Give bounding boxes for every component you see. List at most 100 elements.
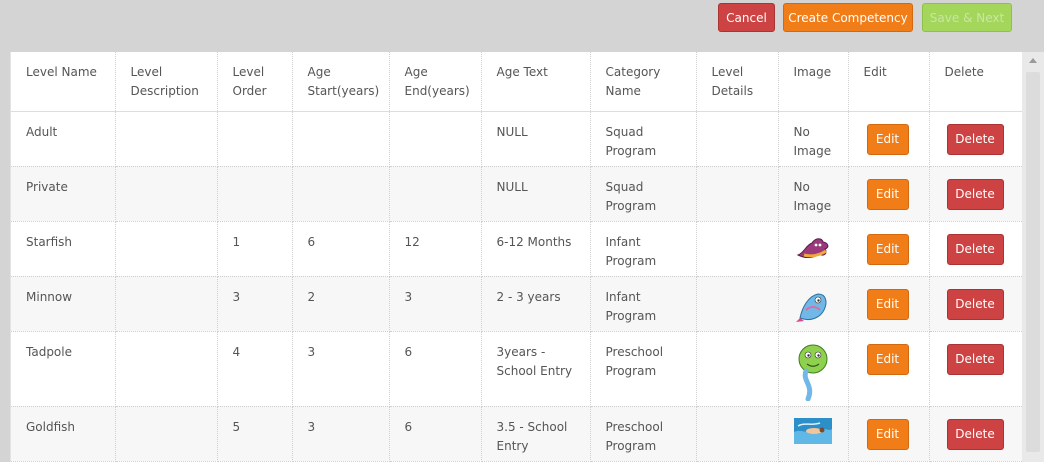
header-edit: Edit: [848, 52, 930, 112]
cell-delete: Delete: [929, 166, 1023, 222]
edit-button[interactable]: Edit: [866, 418, 909, 450]
cell-age-text: NULL: [481, 166, 591, 222]
table-row: Private NULL Squad Program No Image Edit D…: [11, 166, 1023, 222]
cell-age-end: 6: [389, 406, 482, 462]
cell-level-order: 4: [217, 331, 293, 407]
delete-button[interactable]: Delete: [946, 178, 1004, 210]
cell-level-details: [696, 166, 779, 222]
cell-age-end: 3: [389, 276, 482, 332]
cell-age-end: [389, 166, 482, 222]
header-level-name: Level Name: [11, 52, 116, 112]
cell-category-name: Infant Program: [590, 221, 697, 277]
edit-button[interactable]: Edit: [866, 123, 909, 155]
minnow-icon: [795, 292, 826, 322]
header-age-text: Age Text: [481, 52, 591, 112]
cell-edit: Edit: [848, 221, 930, 277]
cell-age-end: 12: [389, 221, 482, 277]
header-category-name: Category Name: [590, 52, 697, 112]
table-row: Goldfish 5 3 6 3.5 - School Entry Prescho…: [11, 406, 1023, 462]
cell-age-text: 2 - 3 years: [481, 276, 591, 332]
cell-level-name: Minnow: [11, 276, 116, 332]
cell-edit: Edit: [848, 331, 930, 407]
table-row: Tadpole 4 3 6 3years - School Entry Presc…: [11, 331, 1023, 407]
cell-age-start: 2: [292, 276, 390, 332]
header-level-order: Level Order: [217, 52, 293, 112]
cell-image: [778, 221, 849, 277]
cell-category-name: Squad Program: [590, 166, 697, 222]
cell-delete: Delete: [929, 406, 1023, 462]
cell-level-name: Goldfish: [11, 406, 116, 462]
cell-level-description: [115, 166, 218, 222]
delete-button[interactable]: Delete: [946, 123, 1004, 155]
cell-level-description: [115, 111, 218, 167]
header-age-end: Age End(years): [389, 52, 482, 112]
cell-edit: Edit: [848, 166, 930, 222]
cell-level-details: [696, 276, 779, 332]
cell-level-order: 1: [217, 221, 293, 277]
delete-button[interactable]: Delete: [946, 288, 1004, 320]
header-level-details: Level Details: [696, 52, 779, 112]
delete-button[interactable]: Delete: [946, 233, 1004, 265]
cell-delete: Delete: [929, 111, 1023, 167]
cell-category-name: Preschool Program: [590, 406, 697, 462]
cell-image: No Image: [778, 111, 849, 167]
cell-age-start: [292, 166, 390, 222]
vertical-scrollbar[interactable]: [1022, 52, 1044, 462]
delete-button[interactable]: Delete: [946, 418, 1004, 450]
table-row: Minnow 3 2 3 2 - 3 years InfantProgram: [11, 276, 1023, 332]
cell-category-name: Preschool Program: [590, 331, 697, 407]
edit-button[interactable]: Edit: [866, 288, 909, 320]
table-row: Starfish 1 6 12 6-12 Months Infant Progra…: [11, 221, 1023, 277]
cell-level-description: [115, 276, 218, 332]
cell-delete: Delete: [929, 276, 1023, 332]
table-header-row: Level Name Level Description Level Order A…: [11, 52, 1023, 112]
create-competency-button[interactable]: Create Competency: [783, 3, 913, 32]
scrollbar-thumb[interactable]: [1026, 72, 1040, 452]
scroll-up-arrow-icon[interactable]: [1029, 58, 1037, 63]
cell-image: No Image: [778, 166, 849, 222]
edit-button[interactable]: Edit: [866, 178, 909, 210]
cell-edit: Edit: [848, 111, 930, 167]
cell-level-details: [696, 331, 779, 407]
table-row: Adult NULL Squad Program No Image Edit Del…: [11, 111, 1023, 167]
delete-button[interactable]: Delete: [946, 343, 1004, 375]
cell-edit: Edit: [848, 276, 930, 332]
cell-age-start: 3: [292, 331, 390, 407]
cell-level-order: [217, 111, 293, 167]
goldfish-photo-icon: [793, 417, 832, 444]
cell-level-name: Starfish: [11, 221, 116, 277]
cell-image: [778, 331, 849, 407]
cell-category-name: Squad Program: [590, 111, 697, 167]
save-next-button[interactable]: Save & Next: [922, 3, 1012, 32]
cell-level-name: Tadpole: [11, 331, 116, 407]
header-delete: Delete: [929, 52, 1023, 112]
cell-age-text: 3years - School Entry: [481, 331, 591, 407]
cell-level-description: [115, 406, 218, 462]
cell-edit: Edit: [848, 406, 930, 462]
levels-table: Level Name Level Description Level Order A…: [11, 52, 1023, 462]
cell-level-description: [115, 221, 218, 277]
cell-image: [778, 406, 849, 462]
starfish-icon: [796, 237, 828, 258]
cell-age-end: 6: [389, 331, 482, 407]
cell-image: [778, 276, 849, 332]
cell-category-name: Infant Program: [590, 276, 697, 332]
cell-age-text: NULL: [481, 111, 591, 167]
tadpole-icon: [798, 344, 827, 401]
cancel-button[interactable]: Cancel: [718, 3, 775, 32]
header-image: Image: [778, 52, 849, 112]
toolbar: Cancel Create Competency Save & Next: [0, 0, 1044, 52]
header-level-description: Level Description: [115, 52, 218, 112]
cell-level-name: Private: [11, 166, 116, 222]
cell-delete: Delete: [929, 331, 1023, 407]
cell-level-order: 5: [217, 406, 293, 462]
edit-button[interactable]: Edit: [866, 233, 909, 265]
cell-age-start: 6: [292, 221, 390, 277]
cell-level-order: 3: [217, 276, 293, 332]
cell-level-details: [696, 221, 779, 277]
cell-level-description: [115, 331, 218, 407]
cell-age-text: 3.5 - School Entry: [481, 406, 591, 462]
cell-age-start: 3: [292, 406, 390, 462]
cell-level-name: Adult: [11, 111, 116, 167]
edit-button[interactable]: Edit: [866, 343, 909, 375]
